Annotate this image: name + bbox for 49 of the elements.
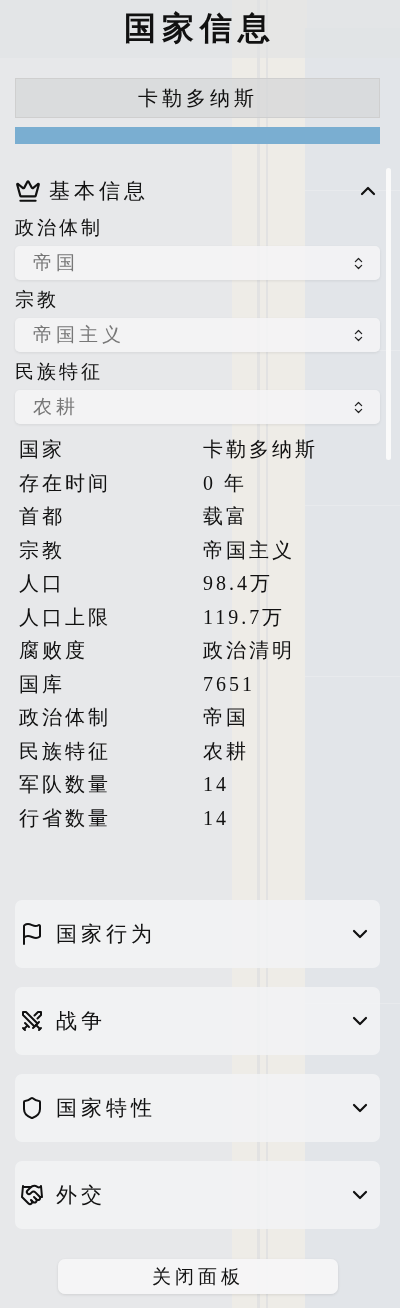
section-title: 基本信息 [49, 178, 150, 205]
info-value: 7651 [203, 671, 256, 697]
info-value: 帝国主义 [203, 537, 296, 563]
info-value: 卡勒多纳斯 [203, 437, 319, 462]
section-header[interactable]: 基本信息 [15, 174, 380, 208]
section-title: 战争 [56, 1008, 107, 1035]
flag-icon [20, 922, 44, 946]
info-label: 人口上限 [19, 604, 112, 630]
info-label: 首都 [19, 504, 66, 529]
section-title: 国家行为 [56, 921, 157, 948]
shield-icon [20, 1096, 44, 1120]
info-label: 行省数量 [19, 805, 112, 831]
info-value: 14 [203, 772, 230, 797]
section-title: 外交 [56, 1182, 107, 1209]
info-label: 宗教 [19, 537, 66, 563]
info-label: 民族特征 [19, 738, 112, 764]
info-value: 帝国 [203, 705, 250, 730]
section-title: 国家特性 [56, 1095, 157, 1122]
info-value: 98.4万 [203, 571, 274, 596]
info-value: 政治清明 [203, 638, 296, 663]
handshake-icon [20, 1183, 44, 1207]
field-label: 政治体制 [15, 216, 104, 240]
info-label: 国库 [19, 671, 66, 697]
info-label: 政治体制 [19, 705, 112, 730]
info-label: 人口 [19, 571, 66, 596]
section-card[interactable]: 国家特性 [15, 1074, 380, 1142]
section-card[interactable]: 战争 [15, 987, 380, 1055]
info-value: 农耕 [203, 738, 250, 764]
panel-title: 国家信息 [124, 9, 276, 48]
info-value: 14 [203, 805, 230, 831]
section-card[interactable]: 国家行为 [15, 900, 380, 968]
crown-icon [15, 178, 41, 204]
info-label: 存在时间 [19, 470, 112, 496]
info-value: 载富 [203, 504, 250, 529]
info-label: 腐败度 [19, 638, 89, 663]
field-label: 宗教 [15, 288, 60, 312]
select-field[interactable]: 农耕 [15, 390, 380, 424]
section-card[interactable]: 外交 [15, 1161, 380, 1229]
select-field[interactable]: 帝国主义 [15, 318, 380, 352]
info-value: 119.7万 [203, 604, 287, 630]
field-label: 民族特征 [15, 360, 104, 384]
select-field[interactable]: 帝国 [15, 246, 380, 280]
info-label: 军队数量 [19, 772, 112, 797]
country-name: 卡勒多纳斯 [15, 78, 380, 118]
info-value: 0 年 [203, 470, 248, 496]
scrollbar-thumb[interactable] [386, 168, 391, 460]
swords-icon [20, 1009, 44, 1033]
info-label: 国家 [19, 437, 66, 462]
close-panel-button[interactable]: 关闭面板 [57, 1259, 338, 1294]
